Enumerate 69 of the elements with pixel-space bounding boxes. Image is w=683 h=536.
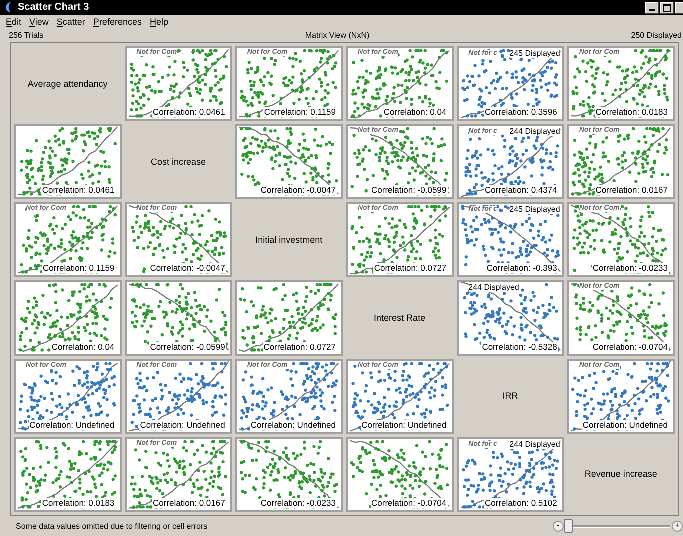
maximize-button[interactable]	[660, 2, 674, 14]
correlation-label: Correlation: 0.04	[382, 107, 448, 118]
correlation-label: Correlation: -0.0233	[592, 263, 669, 274]
correlation-label: Correlation: 0.0183	[41, 498, 116, 508]
correlation-label: Correlation: -0.0233	[260, 498, 337, 508]
correlation-label: Correlation: Undefined	[360, 420, 448, 430]
variable-label: Cost increase	[150, 156, 206, 167]
correlation-label: Correlation: -0.0704	[370, 498, 448, 508]
menu-item[interactable]: View	[30, 17, 49, 27]
minimize-button[interactable]	[645, 2, 659, 14]
scatter-plot[interactable]: 244 Displayed Correlation: -0.5328	[456, 280, 564, 356]
scatter-plot[interactable]: Correlation: 0.0461	[14, 124, 122, 200]
correlation-label: Correlation: 0.3596	[484, 107, 558, 118]
correlation-label: Correlation: 0.0167	[152, 498, 226, 508]
correlation-label: Correlation: -0.393	[486, 263, 558, 274]
correlation-label: Correlation: -0.0704	[592, 342, 669, 352]
scatter-plot[interactable]: Correlation: 0.04	[14, 280, 122, 356]
menu-item[interactable]: Scatter	[56, 17, 86, 27]
correlation-label: Correlation: Undefined	[28, 420, 116, 430]
correlation-label: Correlation: 0.0727	[373, 263, 448, 274]
correlation-label: Correlation: Undefined	[582, 420, 669, 430]
variable-label: Interest Rate	[374, 313, 426, 324]
correlation-label: Correlation: 0.04	[50, 342, 116, 352]
zoom-in-button[interactable]: +	[672, 520, 683, 532]
correlation-label: Correlation: -0.0599	[149, 342, 226, 352]
correlation-label: Correlation: 0.1159	[42, 263, 116, 274]
scatter-plot[interactable]: Correlation: -0.0233	[235, 436, 343, 512]
correlation-label: Correlation: -0.0047	[149, 263, 226, 274]
correlation-label: Correlation: Undefined	[250, 420, 337, 430]
correlation-label: Correlation: -0.5328	[481, 342, 558, 352]
correlation-label: Correlation: 0.0461	[152, 107, 226, 118]
correlation-label: Correlation: Undefined	[139, 420, 226, 430]
trials-count: 256 Trials	[9, 31, 44, 40]
displayed-count: 250 Displayed	[631, 31, 682, 40]
maximize-icon	[663, 4, 671, 12]
correlation-label: Correlation: -0.0047	[260, 185, 337, 196]
zoom-slider[interactable]	[566, 518, 670, 534]
correlation-label: Correlation: 0.1159	[263, 107, 337, 118]
zoom-out-button[interactable]: -	[553, 520, 564, 532]
menu-item[interactable]: Preferences	[93, 17, 142, 27]
minimize-icon	[649, 8, 655, 10]
variable-label: Revenue increase	[584, 469, 658, 480]
correlation-label: Correlation: 0.4374	[484, 185, 558, 196]
view-title: Matrix View (NxN)	[305, 31, 370, 40]
slider-thumb[interactable]	[564, 519, 574, 533]
displayed-count: 244 Displayed	[468, 283, 520, 292]
displayed-count: 245 Displayed	[510, 49, 560, 58]
variable-label: Average attendancy	[28, 78, 108, 89]
status-message: Some data values omitted due to filtering or cell errors	[16, 522, 208, 530]
window-title: Scatter Chart 3	[18, 2, 90, 13]
correlation-label: Correlation: 0.0461	[41, 185, 116, 196]
variable-label: Initial investment	[256, 234, 323, 245]
correlation-label: Correlation: -0.0599	[370, 185, 448, 196]
displayed-count: 244 Displayed	[510, 440, 560, 449]
correlation-label: Correlation: 0.0183	[594, 107, 669, 118]
scatter-plot[interactable]: Correlation: -0.0047	[235, 124, 343, 200]
moon-icon	[4, 2, 14, 13]
displayed-count: 245 Displayed	[510, 205, 560, 214]
scatter-plot[interactable]: Correlation: -0.0599	[124, 280, 232, 356]
correlation-label: Correlation: 0.5102	[484, 498, 558, 508]
scatter-plot[interactable]: Correlation: 0.0727	[235, 280, 343, 356]
displayed-count: 244 Displayed	[510, 127, 560, 136]
variable-label: IRR	[502, 391, 518, 402]
menu-item[interactable]: Edit	[6, 17, 22, 27]
correlation-label: Correlation: 0.0167	[594, 185, 669, 196]
menu-item[interactable]: Help	[150, 17, 168, 27]
scatter-plot[interactable]: Correlation: -0.0704	[346, 436, 454, 512]
correlation-label: Correlation: 0.0727	[262, 342, 337, 352]
scatter-plot[interactable]: Correlation: 0.0183	[14, 436, 122, 512]
